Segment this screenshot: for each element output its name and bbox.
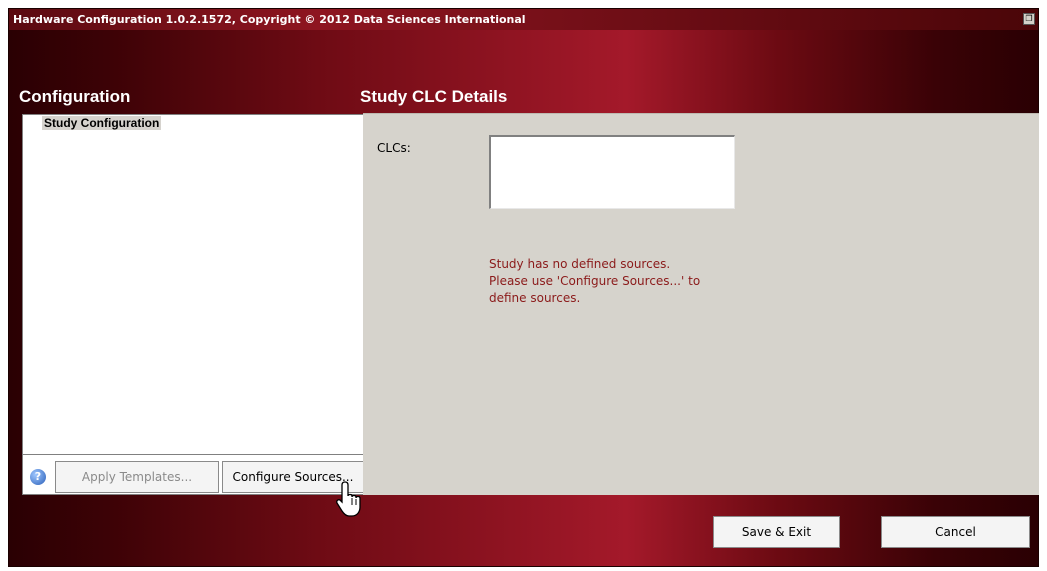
- study-clc-details-panel: CLCs: Study has no defined sources. Plea…: [363, 113, 1039, 495]
- message-line: define sources.: [489, 291, 581, 305]
- no-sources-message: Study has no defined sources. Please use…: [489, 256, 789, 307]
- configuration-tree[interactable]: Study Configuration: [22, 114, 367, 455]
- title-bar: Hardware Configuration 1.0.2.1572, Copyr…: [9, 9, 1038, 30]
- study-clc-details-heading: Study CLC Details: [360, 87, 508, 106]
- window-title: Hardware Configuration 1.0.2.1572, Copyr…: [13, 13, 526, 26]
- tree-item-study-configuration[interactable]: Study Configuration: [42, 116, 162, 130]
- restore-icon[interactable]: ❐: [1023, 13, 1035, 25]
- clcs-label: CLCs:: [377, 141, 411, 155]
- clcs-list[interactable]: [489, 135, 735, 209]
- help-icon[interactable]: ?: [30, 469, 46, 485]
- apply-templates-button[interactable]: Apply Templates...: [55, 461, 219, 493]
- configuration-footer: ? Apply Templates... Configure Sources..…: [22, 455, 367, 495]
- configuration-heading: Configuration: [19, 87, 131, 106]
- hand-cursor-icon: [336, 481, 361, 517]
- message-line: Please use 'Configure Sources...' to: [489, 274, 701, 288]
- main-window: Hardware Configuration 1.0.2.1572, Copyr…: [8, 8, 1039, 567]
- cancel-button[interactable]: Cancel: [881, 516, 1030, 548]
- save-exit-button[interactable]: Save & Exit: [713, 516, 840, 548]
- message-line: Study has no defined sources.: [489, 257, 671, 271]
